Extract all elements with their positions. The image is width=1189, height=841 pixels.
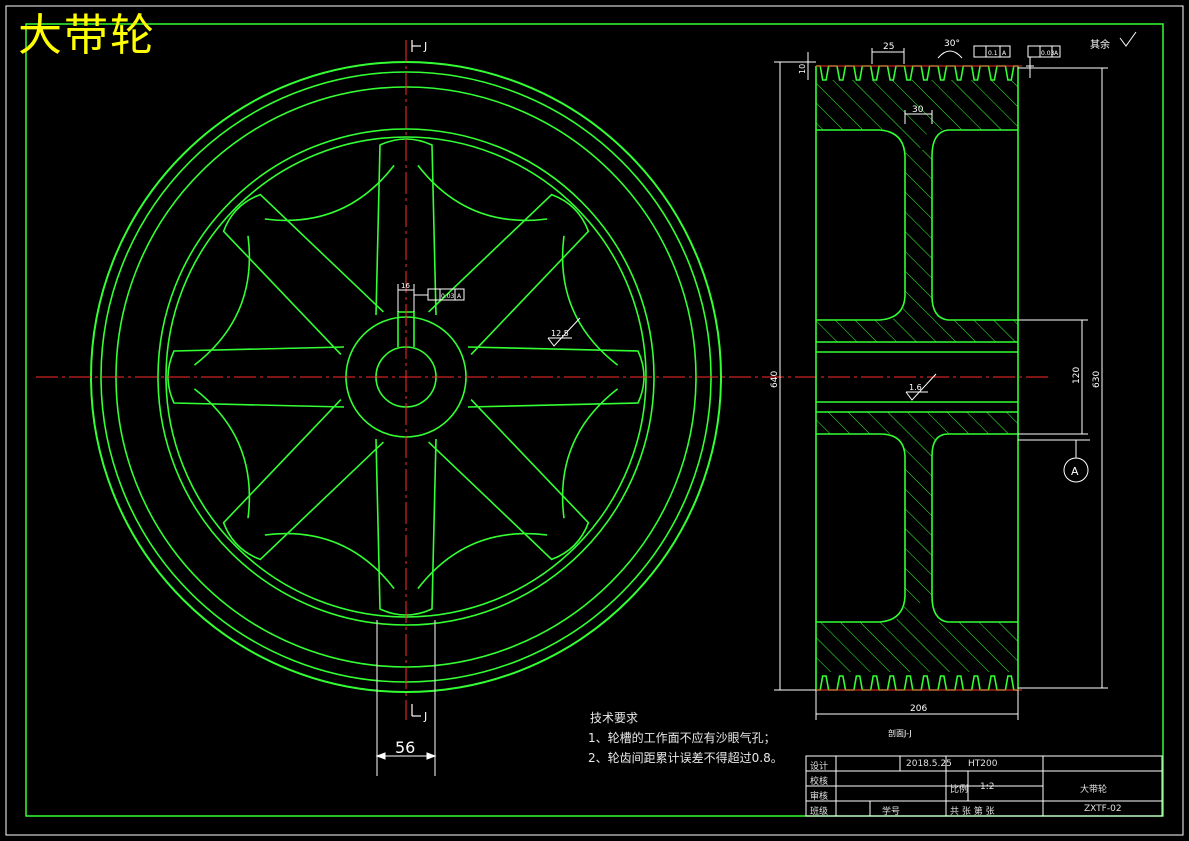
- tb-part-name: 大带轮: [1080, 785, 1108, 795]
- dim-30-deg: 30°: [944, 39, 960, 49]
- tb-drawing-no: ZXTF-02: [1084, 804, 1122, 814]
- tech-line-2: 2、轮齿间距累计误差不得超过0.8。: [588, 751, 783, 765]
- rim-web-arc: [193, 388, 251, 519]
- tol-key-ref: A: [457, 293, 462, 300]
- roughness-16: 1.6: [909, 383, 922, 392]
- rim-web-arc: [561, 235, 619, 366]
- section-view: [815, 65, 1022, 691]
- tech-line-1: 1、轮槽的工作面不应有沙眼气孔；: [588, 731, 776, 745]
- tol-key-value: 0.03: [441, 293, 455, 300]
- tb-design: 设计: [810, 762, 829, 772]
- tb-check: 校核: [810, 777, 829, 787]
- spoke: [222, 193, 384, 355]
- datum-a-label: A: [1071, 465, 1079, 478]
- rim-web-arc: [561, 388, 619, 519]
- dim-120: 120: [1072, 367, 1082, 384]
- dim-25: 25: [883, 42, 894, 52]
- section-label: 剖面J-J: [888, 728, 912, 738]
- spoke: [428, 399, 590, 561]
- tb-student-no: 学号: [882, 807, 901, 817]
- rim-web-arc: [264, 164, 395, 222]
- tb-sheets: 共 张 第 张: [950, 807, 995, 817]
- tech-heading: 技术要求: [590, 711, 639, 725]
- dim-56: 56: [395, 738, 415, 757]
- spoke: [222, 399, 384, 561]
- tol-runout-value: 0.03: [1041, 50, 1055, 57]
- rim-web-arc: [264, 532, 395, 590]
- front-center-lines: [36, 40, 1050, 720]
- technical-requirements: 技术要求 1、轮槽的工作面不应有沙眼气孔； 2、轮齿间距累计误差不得超过0.8。: [588, 708, 783, 768]
- section-mark-top: J: [423, 40, 427, 53]
- tb-material: HT200: [968, 759, 998, 769]
- roughness-125: 12.5: [551, 329, 569, 338]
- tb-review: 审核: [810, 792, 829, 802]
- tol-flat-ref: A: [1002, 50, 1007, 57]
- dim-630: 630: [1092, 371, 1102, 388]
- surface-note: 其余: [1090, 38, 1110, 51]
- dim-206: 206: [910, 704, 927, 714]
- tol-runout-ref: A: [1054, 50, 1059, 57]
- tb-scale: 1:2: [980, 782, 995, 792]
- rim-web-arc: [417, 164, 548, 222]
- rim-web-arc: [417, 532, 548, 590]
- dim-10: 10: [798, 64, 807, 74]
- tb-class: 班级: [810, 807, 829, 817]
- tb-date: 2018.5.25: [906, 759, 952, 769]
- dim-640: 640: [770, 371, 780, 388]
- rim-web-arc: [193, 235, 251, 366]
- drawing-title: 大带轮: [18, 10, 156, 61]
- tol-flat-value: 0.1: [988, 50, 998, 57]
- dim-30-web: 30: [912, 105, 924, 115]
- tb-scale-label: 比例: [950, 785, 969, 795]
- dim-16: 16: [401, 282, 410, 290]
- section-mark-bottom: J: [423, 710, 427, 723]
